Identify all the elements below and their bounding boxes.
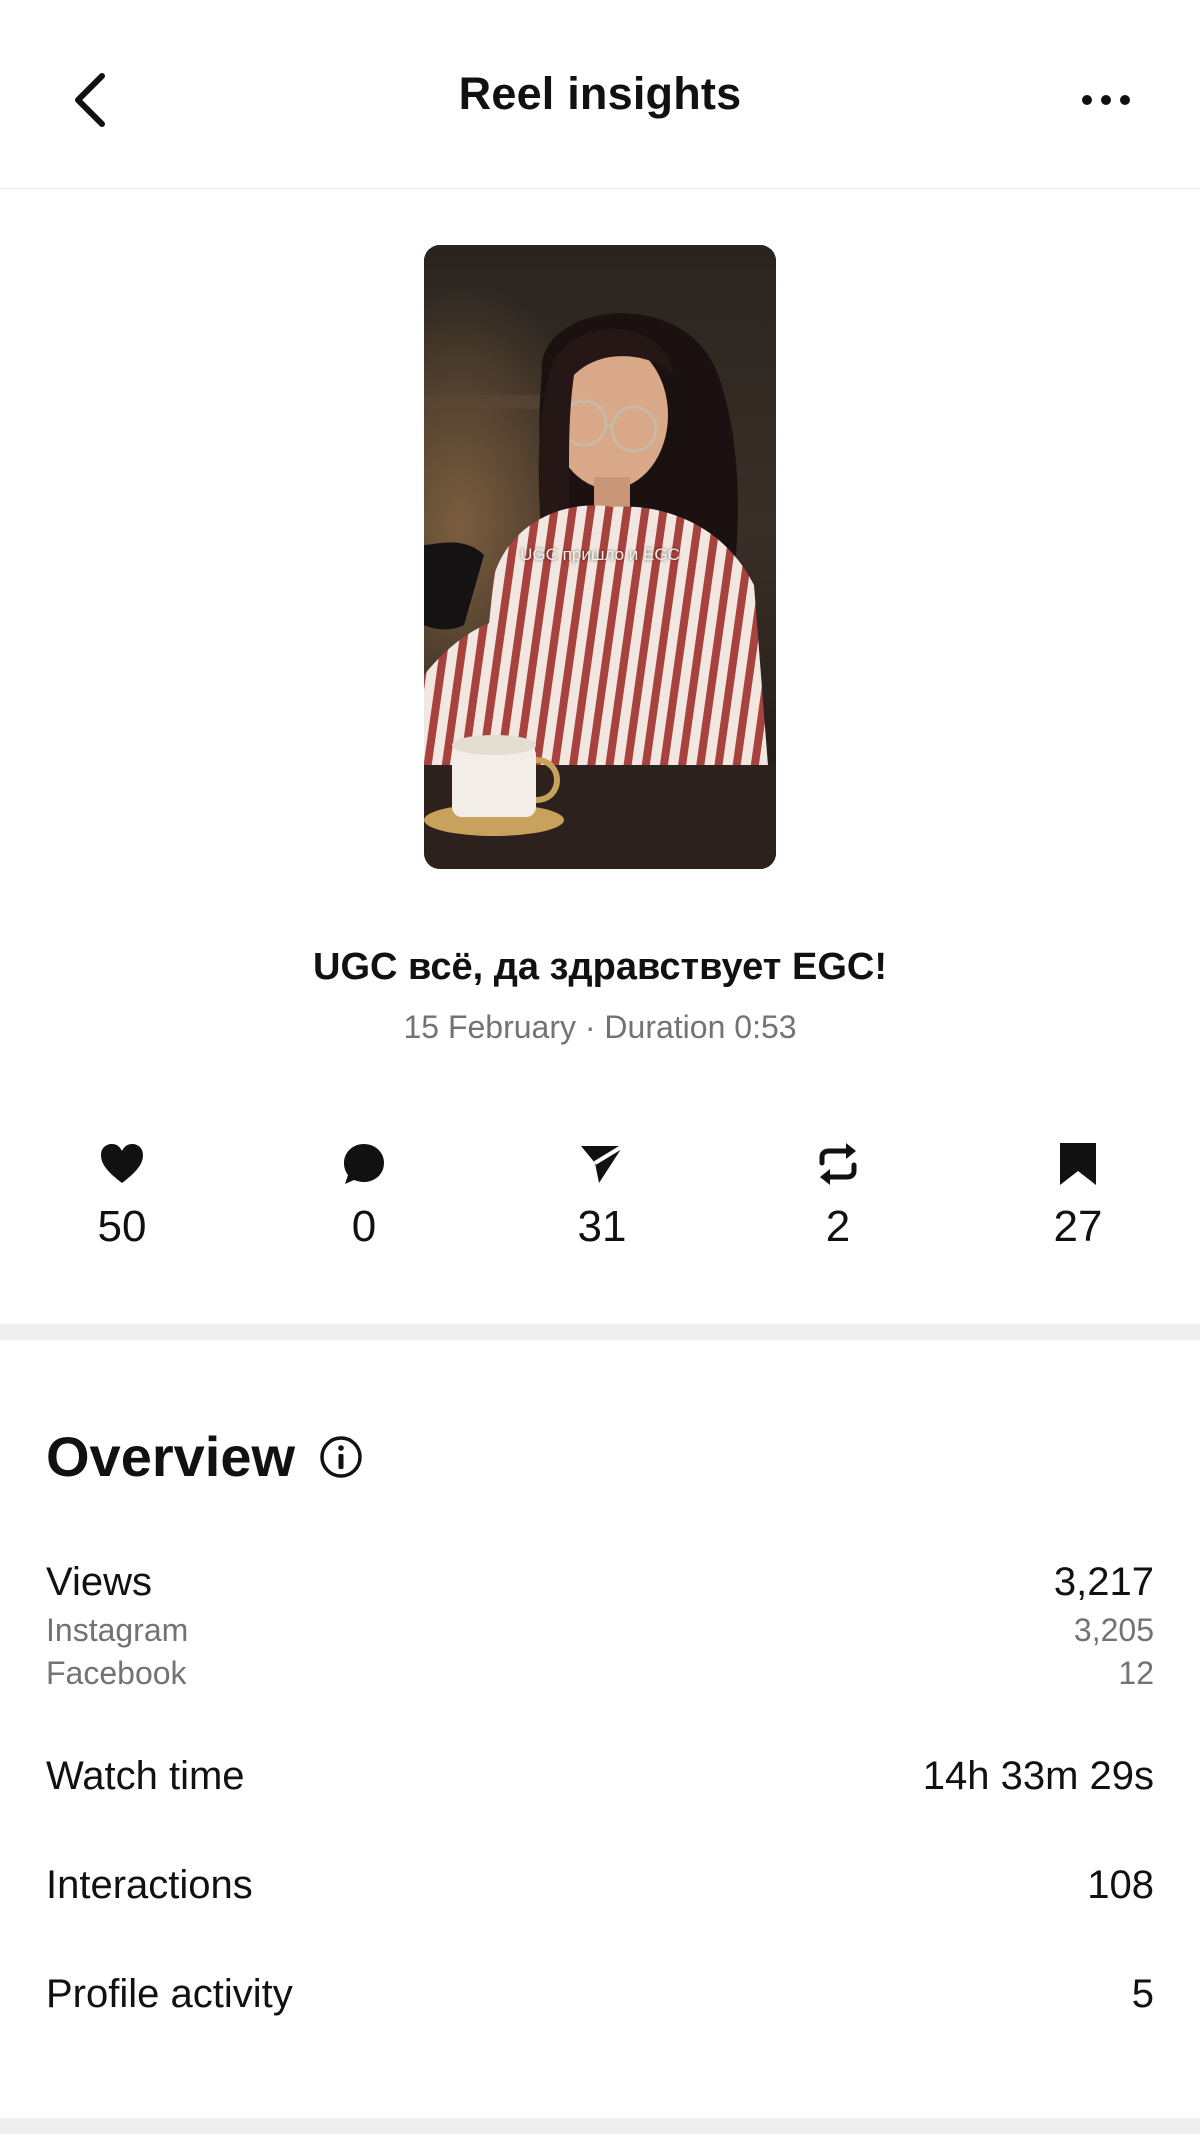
info-icon[interactable] [319, 1435, 363, 1479]
page-title: Reel insights [458, 68, 742, 119]
repost-icon [819, 1143, 857, 1185]
views-label: Views [46, 1560, 152, 1604]
watch-time-value: 14h 33m 29s [922, 1754, 1154, 1798]
profile-activity-row[interactable]: Profile activity 5 [46, 1972, 1154, 2022]
thumbnail-caption: UGC пришло и EGC [520, 545, 680, 564]
views-value: 3,217 [1053, 1560, 1154, 1604]
heart-icon [101, 1144, 143, 1183]
profile-activity-value: 5 [1131, 1972, 1154, 2016]
more-horizontal-icon [1082, 95, 1130, 105]
comment-bubble-icon [344, 1144, 384, 1184]
likes-stat: 50 [42, 1138, 202, 1252]
header: Reel insights [0, 0, 1200, 189]
instagram-value: 3,205 [1073, 1612, 1154, 1648]
watch-time-row: Watch time 14h 33m 29s [46, 1754, 1154, 1804]
more-options-button[interactable] [1076, 78, 1136, 122]
saves-stat: 27 [998, 1138, 1158, 1252]
bookmark-icon [1060, 1143, 1096, 1185]
reposts-stat: 2 [758, 1138, 918, 1252]
facebook-label: Facebook [46, 1655, 187, 1691]
paper-plane-icon [581, 1144, 625, 1183]
views-row: Views 3,217 [46, 1560, 1154, 1610]
watch-time-label: Watch time [46, 1754, 245, 1798]
overview-heading: Overview [46, 1424, 363, 1489]
facebook-row: Facebook 12 [46, 1655, 1154, 1695]
profile-activity-label: Profile activity [46, 1972, 293, 2016]
facebook-value: 12 [1118, 1655, 1154, 1691]
section-divider-bottom [0, 2118, 1200, 2134]
interactions-label: Interactions [46, 1863, 253, 1907]
shares-stat: 31 [522, 1138, 682, 1252]
section-divider [0, 1324, 1200, 1340]
reel-title: UGC всё, да здравствует EGC! [313, 946, 887, 988]
instagram-row: Instagram 3,205 [46, 1612, 1154, 1652]
interactions-value: 108 [1087, 1863, 1154, 1907]
interactions-row[interactable]: Interactions 108 [46, 1863, 1154, 1913]
reposts-count: 2 [825, 1202, 851, 1251]
saves-count: 27 [1053, 1202, 1103, 1251]
reel-meta: 15 February · Duration 0:53 [403, 1009, 797, 1045]
shares-count: 31 [577, 1202, 627, 1251]
comments-count: 0 [351, 1202, 377, 1251]
overview-title: Overview [46, 1425, 296, 1488]
comments-stat: 0 [284, 1138, 444, 1252]
likes-count: 50 [97, 1202, 147, 1251]
instagram-label: Instagram [46, 1612, 189, 1648]
reel-thumbnail[interactable]: UGC пришло и EGC [424, 245, 776, 869]
